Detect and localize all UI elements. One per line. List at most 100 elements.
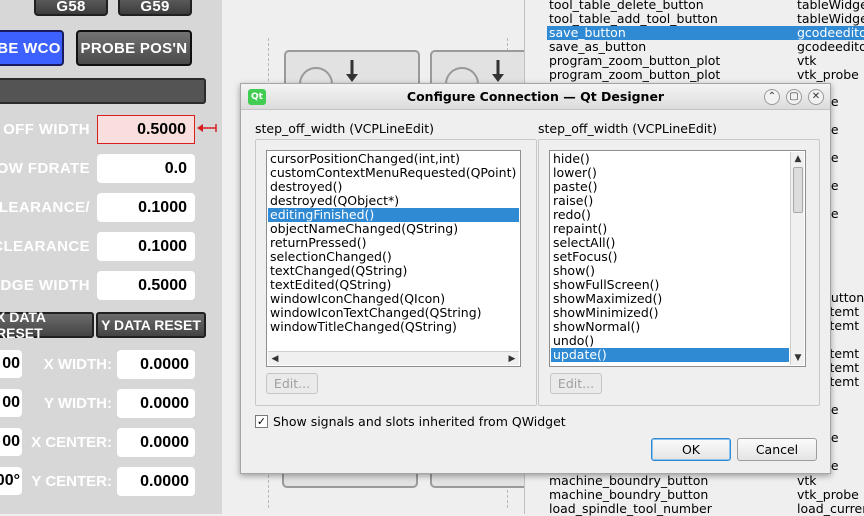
x-measure-stub[interactable]: 00 — [0, 350, 22, 378]
tree-row-name: program_zoom_button_plot — [549, 54, 721, 68]
slot-item[interactable]: paste() — [551, 180, 789, 194]
tree-row-class: gcodeedito — [797, 40, 864, 54]
slot-item[interactable]: showMaximized() — [551, 292, 789, 306]
inherited-checkbox[interactable]: ✓ — [255, 415, 268, 428]
slot-item[interactable]: showMinimized() — [551, 306, 789, 320]
signal-item-selected[interactable]: editingFinished() — [268, 208, 519, 222]
signal-item[interactable]: windowIconTextChanged(QString) — [268, 306, 519, 320]
slow-fdrate-label: SLOW FDRATE: — [0, 160, 90, 177]
angle-stub[interactable]: 00° — [0, 467, 22, 495]
x-data-reset-button[interactable]: X DATA RESET — [0, 309, 94, 341]
slot-item[interactable]: lower() — [551, 166, 789, 180]
y-measure-stub[interactable]: 00 — [0, 389, 22, 417]
close-icon[interactable]: ✕ — [808, 89, 824, 105]
tree-row[interactable]: tool_table_add_tool_button tableWidge — [547, 12, 864, 26]
slot-item[interactable]: showNormal() — [551, 320, 789, 334]
chevron-up-icon[interactable]: ⌃ — [764, 89, 780, 105]
slots-edit-button[interactable]: Edit... — [550, 373, 602, 394]
tree-row[interactable]: program_zoom_button_plot vtk — [547, 54, 864, 68]
tree-row-name: save_button — [549, 26, 626, 40]
signal-item[interactable]: destroyed(QObject*) — [268, 194, 519, 208]
signal-item[interactable]: cursorPositionChanged(int,int) — [268, 152, 519, 166]
restore-icon[interactable]: ▢ — [786, 89, 802, 105]
tree-row-name: program_zoom_button_plot — [549, 68, 721, 82]
y-center-field[interactable]: 0.0000 — [117, 467, 195, 496]
slot-item[interactable]: setFocus() — [551, 250, 789, 264]
tree-row-class: vtk_probe — [797, 68, 859, 82]
signal-item[interactable]: destroyed() — [268, 180, 519, 194]
dialog-title: Configure Connection — Qt Designer — [406, 89, 665, 104]
tree-row-name: machine_boundry_button — [549, 474, 709, 488]
signal-item[interactable]: textChanged(QString) — [268, 264, 519, 278]
tree-row[interactable]: program_zoom_button_plot vtk_probe — [547, 68, 864, 82]
signals-edit-button[interactable]: Edit... — [266, 373, 318, 394]
tree-row-name: tool_table_delete_button — [549, 0, 704, 12]
tree-row-name: save_as_button — [549, 40, 647, 54]
tree-row-selected[interactable]: save_button gcodeedito — [547, 26, 864, 40]
signals-horizontal-scrollbar[interactable]: ◀ ▶ — [268, 351, 519, 365]
z-clearance-field[interactable]: 0.1000 — [97, 232, 195, 261]
section-header-bar — [0, 78, 206, 104]
probe-posn-button[interactable]: PROBE POS'N — [76, 30, 192, 66]
tree-row-class: gcodeedito — [797, 26, 864, 40]
x-center-stub[interactable]: 00 — [0, 428, 22, 456]
signal-item[interactable]: objectNameChanged(QString) — [268, 222, 519, 236]
step-off-width-field[interactable]: 0.5000 — [97, 115, 195, 144]
slot-item[interactable]: repaint() — [551, 222, 789, 236]
edge-width-label: EDGE WIDTH: — [0, 277, 90, 294]
x-center-field[interactable]: 0.0000 — [117, 428, 195, 457]
inherited-checkbox-label[interactable]: Show signals and slots inherited from QW… — [273, 414, 566, 429]
scrollbar-thumb[interactable] — [793, 167, 803, 213]
scroll-up-icon[interactable]: ▲ — [791, 152, 805, 166]
slot-item[interactable]: raise() — [551, 194, 789, 208]
tree-row[interactable]: machine_boundry_button vtk_probe — [547, 488, 864, 502]
step-off-width-label: STEP OFF WIDTH: — [0, 121, 90, 138]
dialog-titlebar[interactable]: Qt Configure Connection — Qt Designer ⌃ … — [241, 84, 830, 110]
tree-row-class: vtk — [797, 474, 817, 488]
probe-wco-button[interactable]: BE WCO — [0, 30, 64, 66]
tree-row[interactable]: tool_table_delete_button tableWidge — [547, 0, 864, 12]
tree-row-class: tableWidge — [797, 0, 864, 12]
ok-button[interactable]: OK — [651, 438, 731, 461]
signal-item[interactable]: selectionChanged() — [268, 250, 519, 264]
probe-panel: G58 G59 BE WCO PROBE POS'N STEP OFF WIDT… — [0, 0, 222, 514]
signals-list[interactable]: cursorPositionChanged(int,int) customCon… — [266, 150, 521, 367]
tree-row[interactable]: save_as_button gcodeedito — [547, 40, 864, 54]
slots-pane-title: step_off_width (VCPLineEdit) — [538, 121, 718, 136]
g59-button[interactable]: G59 — [118, 0, 192, 16]
y-width-field[interactable]: 0.0000 — [117, 389, 195, 418]
tree-row-name: machine_boundry_button — [549, 488, 709, 502]
scroll-left-icon[interactable]: ◀ — [268, 352, 282, 366]
slot-item[interactable]: undo() — [551, 334, 789, 348]
slot-item-selected[interactable]: update() — [551, 348, 789, 362]
signal-item[interactable]: windowIconChanged(QIcon) — [268, 292, 519, 306]
x-width-field[interactable]: 0.0000 — [117, 350, 195, 379]
xy-clearance-field[interactable]: 0.1000 — [97, 193, 195, 222]
tree-row-class: tableWidge — [797, 12, 864, 26]
slot-item[interactable]: selectAll() — [551, 236, 789, 250]
x-width-label: X WIDTH: — [43, 356, 112, 373]
signal-item[interactable]: customContextMenuRequested(QPoint) — [268, 166, 519, 180]
scroll-down-icon[interactable]: ▼ — [791, 351, 805, 365]
slot-item[interactable]: show() — [551, 264, 789, 278]
slot-item[interactable]: redo() — [551, 208, 789, 222]
connection-arrow-icon — [197, 124, 217, 132]
slots-vertical-scrollbar[interactable]: ▲ ▼ — [790, 152, 804, 365]
tree-row[interactable]: machine_boundry_button vtk — [547, 474, 864, 488]
signal-item[interactable]: windowTitleChanged(QString) — [268, 320, 519, 334]
signal-item[interactable]: textEdited(QString) — [268, 278, 519, 292]
slot-item[interactable]: hide() — [551, 152, 789, 166]
edge-width-field[interactable]: 0.5000 — [97, 271, 195, 300]
cancel-button[interactable]: Cancel — [737, 438, 817, 461]
y-data-reset-button[interactable]: Y DATA RESET — [96, 312, 206, 338]
slots-list[interactable]: hide() lower() paste() raise() redo() re… — [549, 150, 806, 367]
slow-fdrate-field[interactable]: 0.0 — [97, 154, 195, 183]
tree-row-name: tool_table_add_tool_button — [549, 12, 718, 26]
signal-item[interactable]: returnPressed() — [268, 236, 519, 250]
scroll-right-icon[interactable]: ▶ — [505, 352, 519, 366]
signals-pane-title: step_off_width (VCPLineEdit) — [255, 121, 435, 136]
tree-row-class: vtk — [797, 54, 817, 68]
slot-item[interactable]: showFullScreen() — [551, 278, 789, 292]
g58-button[interactable]: G58 — [34, 0, 108, 16]
configure-connection-dialog: Qt Configure Connection — Qt Designer ⌃ … — [240, 83, 831, 474]
